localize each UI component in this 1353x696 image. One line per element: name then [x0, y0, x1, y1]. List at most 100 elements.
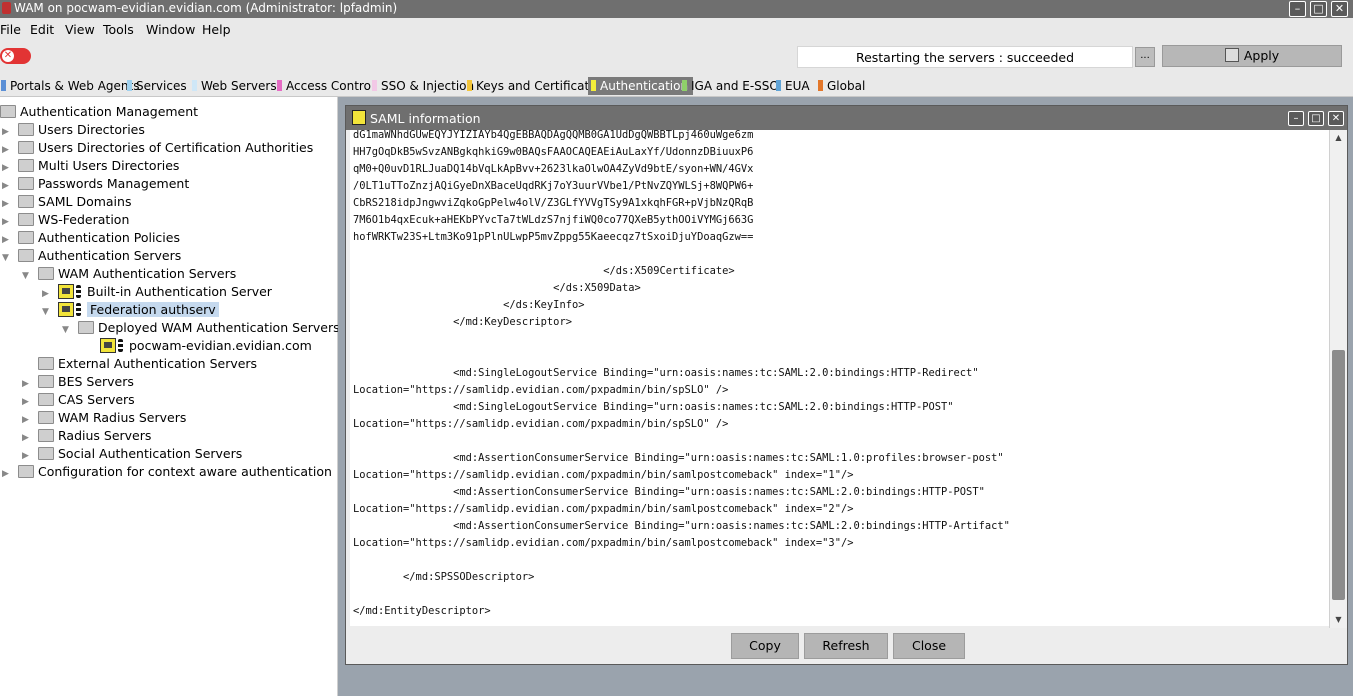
tab-iga-esso[interactable]: IGA and E-SSO — [682, 77, 779, 95]
dialog-close-icon-button[interactable]: ✕ — [1328, 111, 1344, 126]
tree-label: Authentication Servers — [38, 248, 182, 263]
tree-item-wam-radius-servers[interactable]: ▶ WAM Radius Servers — [22, 409, 186, 427]
tab-keys-certificates[interactable]: Keys and Certificates — [467, 77, 603, 95]
status-dots-icon — [76, 303, 81, 316]
tab-authentication[interactable]: Authentication — [588, 77, 694, 95]
tree-item-authentication-servers[interactable]: ▼ Authentication Servers — [2, 247, 181, 265]
tab-services[interactable]: Services — [127, 77, 187, 95]
folder-icon — [18, 195, 34, 208]
app-icon — [2, 2, 11, 14]
dialog-maximize-button[interactable]: □ — [1308, 111, 1324, 126]
tree-label: Authentication Management — [20, 104, 199, 119]
tab-label: Services — [136, 79, 187, 93]
tab-portals-web-agents[interactable]: Portals & Web Agents — [1, 77, 139, 95]
tree-item-wam-authentication-servers[interactable]: ▼ WAM Authentication Servers — [22, 265, 236, 283]
tree-label-selected: Federation authserv — [87, 302, 219, 317]
minimize-button[interactable]: – — [1289, 1, 1306, 17]
tree-root[interactable]: Authentication Management — [0, 103, 198, 121]
tree-label: Configuration for context aware authenti… — [38, 464, 332, 479]
folder-icon — [38, 375, 54, 388]
folder-icon — [38, 393, 54, 406]
close-window-button[interactable]: ✕ — [1331, 1, 1348, 17]
tree-item-bes-servers[interactable]: ▶ BES Servers — [22, 373, 134, 391]
tree-label: BES Servers — [58, 374, 134, 389]
menu-edit[interactable]: Edit — [30, 22, 54, 37]
scroll-down-icon[interactable]: ▼ — [1330, 613, 1347, 627]
saml-metadata-text: dG1maWNhdGUwEQYJYIZIAYb4QgEBBAQDAgQQMB0G… — [353, 130, 1010, 617]
tree-item-authentication-policies[interactable]: ▶ Authentication Policies — [2, 229, 180, 247]
folder-icon — [38, 411, 54, 424]
collapse-arrow-icon[interactable]: ▼ — [42, 303, 52, 321]
folder-icon — [18, 231, 34, 244]
collapse-arrow-icon[interactable]: ▼ — [2, 249, 12, 267]
status-dots-icon — [76, 285, 81, 298]
tree-item-users-directories[interactable]: ▶ Users Directories — [2, 121, 145, 139]
folder-icon — [38, 429, 54, 442]
folder-icon — [0, 105, 16, 118]
menu-window[interactable]: Window — [146, 22, 195, 37]
tree-item-federation-authserv[interactable]: ▼ Federation authserv — [42, 301, 219, 319]
tab-label: Web Servers — [201, 79, 277, 93]
menu-help[interactable]: Help — [202, 22, 231, 37]
copy-button[interactable]: Copy — [731, 633, 799, 659]
tab-label: Access Control — [286, 79, 375, 93]
tab-color-swatch — [1, 80, 6, 91]
status-field: Restarting the servers : succeeded — [797, 46, 1133, 68]
apply-label: Apply — [1243, 48, 1280, 63]
close-button[interactable]: Close — [893, 633, 965, 659]
tree-label: Built-in Authentication Server — [87, 284, 272, 299]
tab-global[interactable]: Global — [818, 77, 865, 95]
more-button[interactable]: ... — [1135, 47, 1155, 67]
tree-item-context-aware-authentication[interactable]: ▶ Configuration for context aware authent… — [2, 463, 332, 481]
tab-sso-injection[interactable]: SSO & Injection — [372, 77, 474, 95]
tree-item-cas-servers[interactable]: ▶ CAS Servers — [22, 391, 135, 409]
tab-access-control[interactable]: Access Control — [277, 77, 374, 95]
tab-color-swatch — [682, 80, 687, 91]
tree-item-passwords-management[interactable]: ▶ Passwords Management — [2, 175, 189, 193]
folder-icon — [18, 141, 34, 154]
menu-tools[interactable]: Tools — [103, 22, 134, 37]
menu-file[interactable]: File — [0, 22, 21, 37]
tree-label: Users Directories — [38, 122, 145, 137]
tree-item-saml-domains[interactable]: ▶ SAML Domains — [2, 193, 131, 211]
collapse-arrow-icon[interactable]: ▼ — [62, 321, 72, 339]
collapse-arrow-icon[interactable]: ▼ — [22, 267, 32, 285]
folder-icon — [38, 357, 54, 370]
window-titlebar: WAM on pocwam-evidian.evidian.com (Admin… — [0, 0, 1353, 18]
tree-item-radius-servers[interactable]: ▶ Radius Servers — [22, 427, 151, 445]
tree-label: Passwords Management — [38, 176, 190, 191]
saml-metadata-textarea[interactable]: dG1maWNhdGUwEQYJYIZIAYb4QgEBBAQDAgQQMB0G… — [350, 130, 1329, 626]
stop-toggle[interactable]: ✕ — [0, 48, 31, 64]
tab-eua[interactable]: EUA — [776, 77, 810, 95]
tab-color-swatch — [192, 80, 197, 91]
dialog-minimize-button[interactable]: – — [1288, 111, 1304, 126]
scroll-up-icon[interactable]: ▲ — [1330, 131, 1347, 145]
maximize-button[interactable]: □ — [1310, 1, 1327, 17]
tab-label: Global — [827, 79, 866, 93]
tab-label: Keys and Certificates — [476, 79, 603, 93]
vertical-scrollbar[interactable]: ▲ ▼ — [1329, 130, 1347, 628]
tree-label: External Authentication Servers — [58, 356, 258, 371]
tree-item-external-authentication-servers[interactable]: External Authentication Servers — [22, 355, 257, 373]
dialog-title: SAML information — [370, 111, 481, 126]
tree-item-builtin-authentication-server[interactable]: ▶ Built-in Authentication Server — [42, 283, 272, 301]
tree-item-deployed-wam-authentication-servers[interactable]: ▼ Deployed WAM Authentication Servers — [62, 319, 340, 337]
certificate-icon — [352, 110, 366, 125]
apply-button[interactable]: Apply — [1162, 45, 1342, 67]
refresh-button[interactable]: Refresh — [804, 633, 888, 659]
expand-arrow-icon[interactable]: ▶ — [2, 465, 12, 483]
tab-label: SSO & Injection — [381, 79, 475, 93]
tree-item-ws-federation[interactable]: ▶ WS-Federation — [2, 211, 129, 229]
scrollbar-thumb[interactable] — [1332, 350, 1345, 600]
tree-item-pocwam-server[interactable]: pocwam-evidian.evidian.com — [100, 337, 312, 355]
tree-item-users-directories-ca[interactable]: ▶ Users Directories of Certification Auth… — [2, 139, 313, 157]
menu-view[interactable]: View — [65, 22, 95, 37]
tab-color-swatch — [776, 80, 781, 91]
tree-label: WAM Radius Servers — [58, 410, 187, 425]
tree-item-social-authentication-servers[interactable]: ▶ Social Authentication Servers — [22, 445, 242, 463]
tree-label: Radius Servers — [58, 428, 152, 443]
tab-web-servers[interactable]: Web Servers — [192, 77, 277, 95]
tab-color-swatch — [591, 80, 596, 91]
folder-icon — [18, 177, 34, 190]
tree-item-multi-users-directories[interactable]: ▶ Multi Users Directories — [2, 157, 179, 175]
